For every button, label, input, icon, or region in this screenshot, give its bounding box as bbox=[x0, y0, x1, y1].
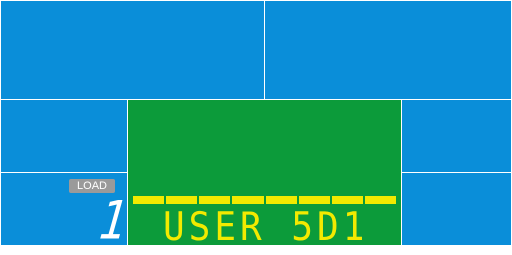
progress-bar bbox=[133, 196, 396, 204]
progress-segment bbox=[133, 196, 165, 204]
top-left-panel bbox=[0, 0, 265, 100]
bottom-right-panel bbox=[401, 172, 512, 246]
middle-right-panel bbox=[401, 99, 512, 173]
middle-left-panel bbox=[0, 99, 128, 173]
progress-segment bbox=[232, 196, 264, 204]
progress-segment bbox=[199, 196, 231, 204]
progress-segment bbox=[166, 196, 198, 204]
lcd-message: USER 5D1 bbox=[163, 204, 369, 250]
progress-segment bbox=[265, 196, 297, 204]
progress-segment bbox=[298, 196, 330, 204]
progress-segment bbox=[331, 196, 363, 204]
progress-segment bbox=[364, 196, 396, 204]
top-right-panel bbox=[264, 0, 512, 100]
